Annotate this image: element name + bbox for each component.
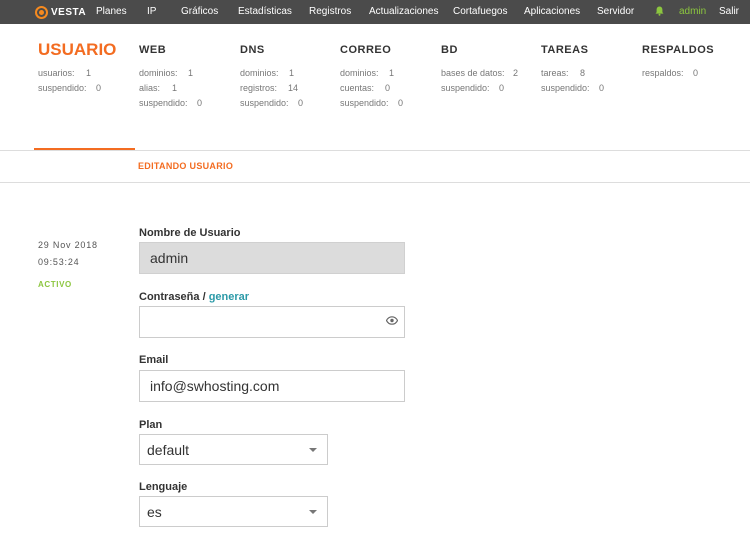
stat-row: cuentas: 0 bbox=[340, 83, 391, 93]
stat-row: registros: 14 bbox=[240, 83, 299, 93]
generate-password-link[interactable]: generar bbox=[209, 291, 249, 303]
plan-select[interactable]: default bbox=[139, 434, 328, 465]
stat-row: dominios: 1 bbox=[240, 68, 295, 78]
password-field[interactable] bbox=[139, 306, 405, 338]
email-field[interactable] bbox=[139, 370, 405, 402]
stat-title-respaldos[interactable]: RESPALDOS bbox=[642, 44, 714, 56]
nav-user-admin[interactable]: admin bbox=[679, 6, 706, 17]
divider bbox=[0, 150, 750, 151]
stat-row: bases de datos: 2 bbox=[441, 68, 519, 78]
nav-aplicaciones[interactable]: Aplicaciones bbox=[524, 6, 580, 17]
vesta-logo[interactable]: VESTA bbox=[35, 5, 86, 19]
nav-logout[interactable]: Salir bbox=[719, 6, 739, 17]
nav-planes[interactable]: Planes bbox=[96, 6, 127, 17]
status-badge: ACTIVO bbox=[38, 280, 72, 289]
created-date: 29 Nov 2018 bbox=[38, 240, 98, 250]
plan-select-value: default bbox=[147, 442, 190, 458]
stat-title-web[interactable]: WEB bbox=[139, 44, 166, 56]
stat-row: respaldos: 0 bbox=[642, 68, 699, 78]
stat-title-dns[interactable]: DNS bbox=[240, 44, 265, 56]
stat-row: alias: 1 bbox=[139, 83, 178, 93]
plan-label: Plan bbox=[139, 419, 163, 431]
nav-registros[interactable]: Registros bbox=[309, 6, 351, 17]
stat-row: usuarios: 1 bbox=[38, 68, 92, 78]
stat-title-correo[interactable]: CORREO bbox=[340, 44, 391, 56]
stat-row: suspendido: 0 bbox=[139, 98, 203, 108]
section-title: EDITANDO USUARIO bbox=[138, 161, 234, 171]
chevron-down-icon[interactable] bbox=[309, 510, 317, 514]
stats-panel: USUARIO usuarios: 1 suspendido: 0 WEB domi… bbox=[0, 24, 750, 150]
nav-graficos[interactable]: Gráficos bbox=[181, 6, 218, 17]
divider bbox=[0, 182, 750, 183]
eye-icon[interactable] bbox=[386, 316, 398, 325]
password-label: Contraseña / generar bbox=[139, 291, 250, 303]
stat-row: suspendido: 0 bbox=[441, 83, 505, 93]
nav-ip[interactable]: IP bbox=[147, 6, 156, 17]
stat-row: suspendido: 0 bbox=[240, 98, 304, 108]
nav-cortafuegos[interactable]: Cortafuegos bbox=[453, 6, 507, 17]
stat-row: dominios: 1 bbox=[139, 68, 194, 78]
stat-row: tareas: 8 bbox=[541, 68, 586, 78]
logo-text: VESTA bbox=[51, 6, 87, 18]
stat-title-tareas[interactable]: TAREAS bbox=[541, 44, 588, 56]
username-field[interactable] bbox=[139, 242, 405, 274]
stat-row: suspendido: 0 bbox=[541, 83, 605, 93]
nav-servidor[interactable]: Servidor bbox=[597, 6, 634, 17]
stat-row: suspendido: 0 bbox=[340, 98, 404, 108]
top-nav: VESTA Planes IP Gráficos Estadísticas Re… bbox=[0, 0, 750, 24]
stat-row: dominios: 1 bbox=[340, 68, 395, 78]
stat-row: suspendido: 0 bbox=[38, 83, 102, 93]
nav-actualizaciones[interactable]: Actualizaciones bbox=[369, 6, 438, 17]
bell-icon[interactable] bbox=[655, 6, 664, 16]
created-time: 09:53:24 bbox=[38, 257, 80, 267]
username-label: Nombre de Usuario bbox=[139, 227, 241, 239]
nav-estadisticas[interactable]: Estadísticas bbox=[238, 6, 292, 17]
stat-title-usuario[interactable]: USUARIO bbox=[38, 40, 116, 60]
stat-title-bd[interactable]: BD bbox=[441, 44, 458, 56]
language-select-value: es bbox=[147, 504, 162, 520]
language-select[interactable]: es bbox=[139, 496, 328, 527]
chevron-down-icon[interactable] bbox=[309, 448, 317, 452]
language-label: Lenguaje bbox=[139, 481, 188, 493]
logo-icon bbox=[35, 5, 48, 19]
email-label: Email bbox=[139, 354, 169, 366]
